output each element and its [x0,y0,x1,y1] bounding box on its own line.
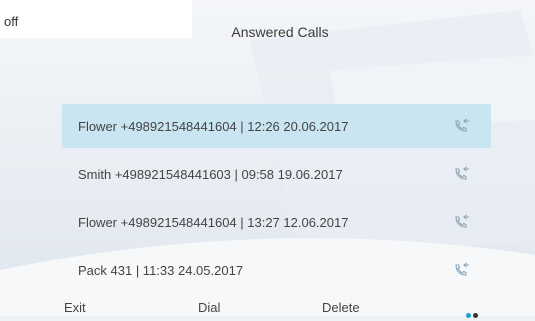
answered-call-icon [455,262,469,276]
more-softkey[interactable] [466,306,480,321]
call-entry-3[interactable]: Flower +498921548441604 | 13:27 12.06.20… [62,200,491,244]
call-entry-label: Smith +498921548441603 | 09:58 19.06.201… [78,166,343,182]
call-entry-label: Flower +498921548441604 | 13:27 12.06.20… [78,214,349,230]
call-list: Flower +498921548441604 | 12:26 20.06.20… [62,104,491,296]
softkey-bar: Exit Dial Delete [0,300,535,318]
answered-call-icon [455,166,469,180]
call-entry-label: Pack 431 | 11:33 24.05.2017 [78,262,244,278]
dial-softkey[interactable]: Dial [198,300,220,315]
exit-softkey[interactable]: Exit [64,300,86,315]
call-entry-1[interactable]: Flower +498921548441604 | 12:26 20.06.20… [62,104,491,148]
call-entry-4[interactable]: Pack 431 | 11:33 24.05.2017 [62,248,491,292]
call-entry-2[interactable]: Smith +498921548441603 | 09:58 19.06.201… [62,152,491,196]
answered-call-icon [455,214,469,228]
call-entry-label: Flower +498921548441604 | 12:26 20.06.20… [78,118,349,134]
answered-call-icon [455,118,469,132]
delete-softkey[interactable]: Delete [322,300,360,315]
page-title: Answered Calls [231,24,329,40]
